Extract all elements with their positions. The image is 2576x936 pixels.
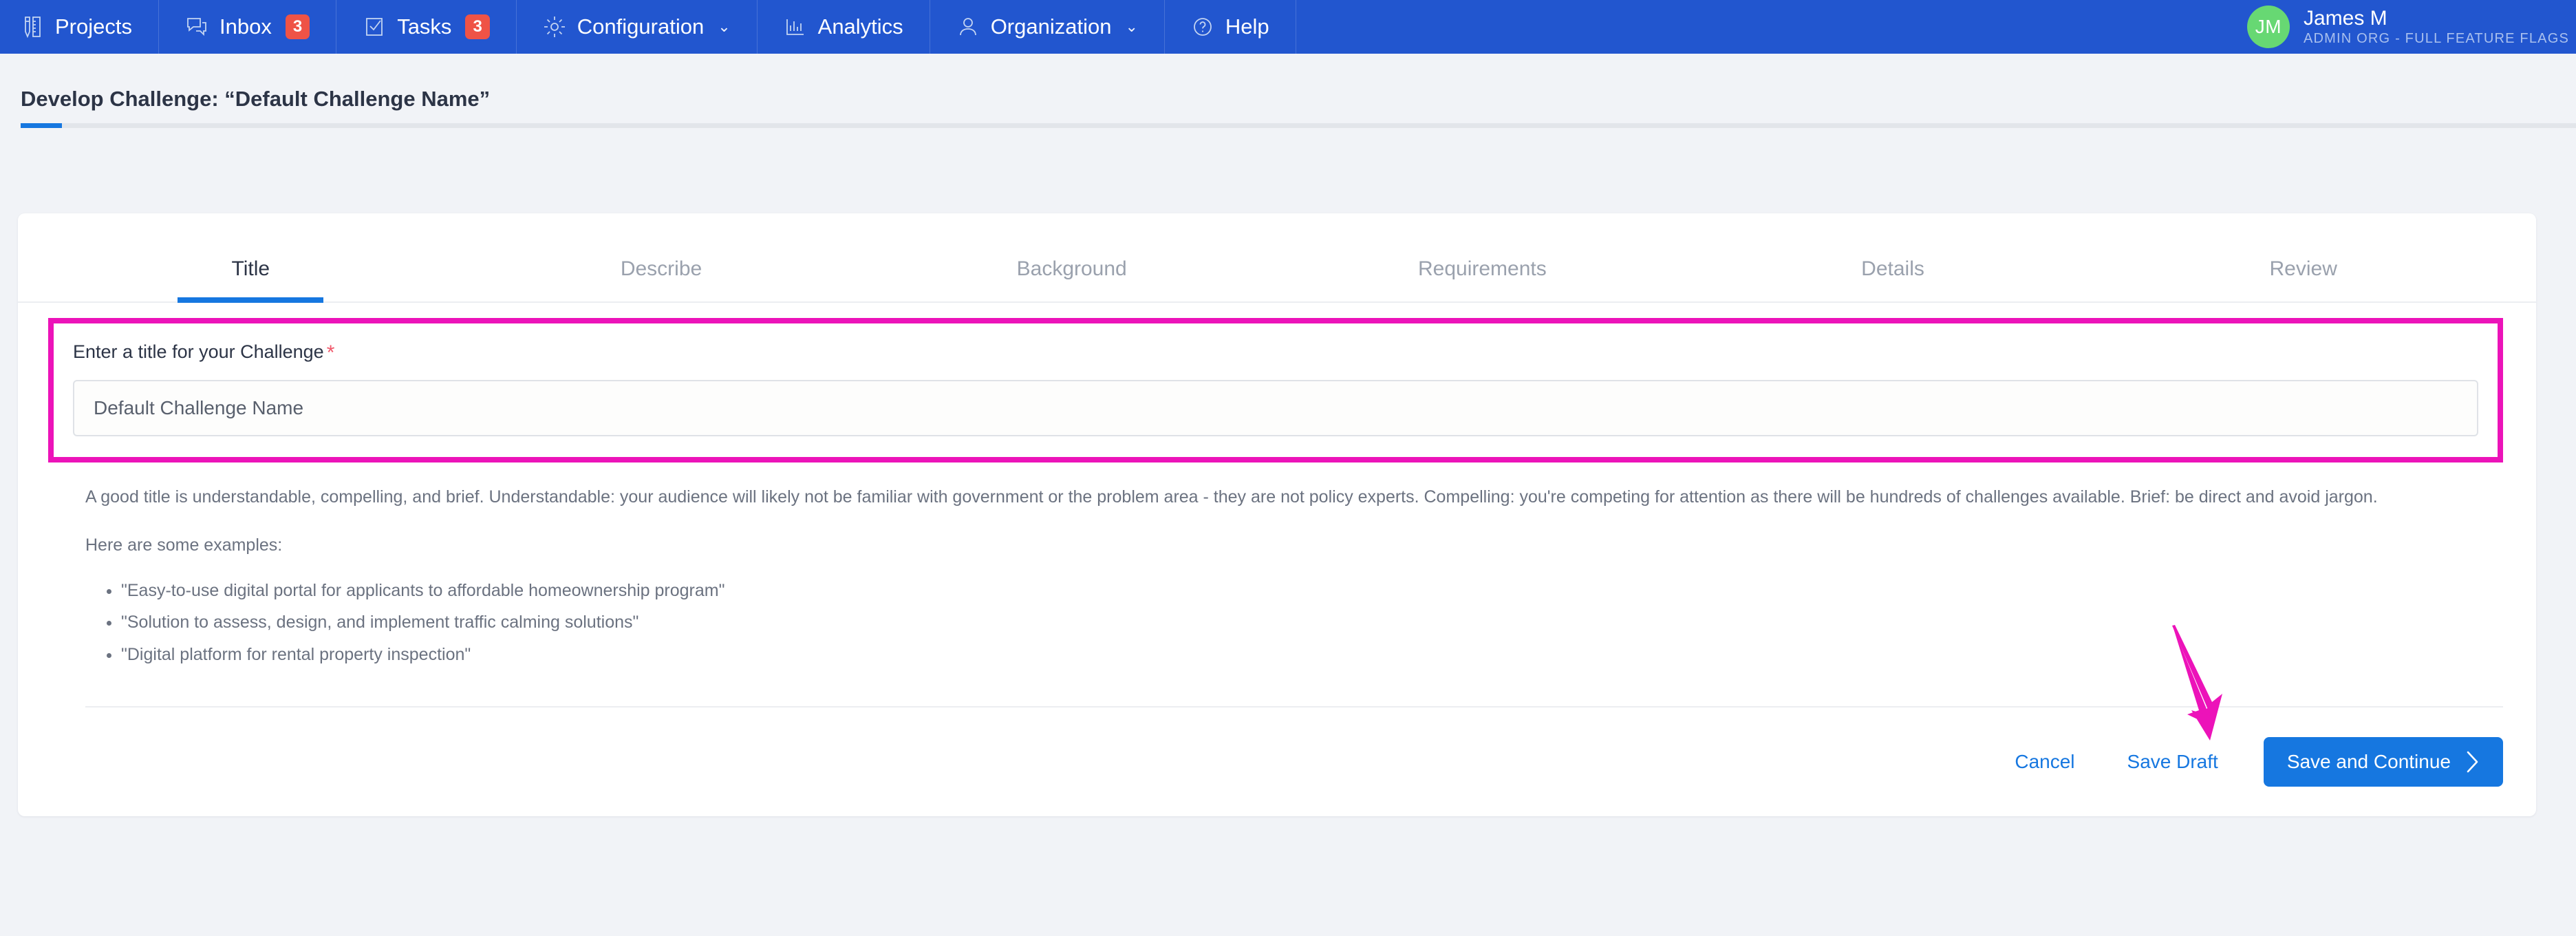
user-icon <box>956 15 980 39</box>
profile-org: ADMIN ORG - FULL FEATURE FLAGS <box>2303 30 2569 46</box>
checklist-icon <box>363 15 386 39</box>
bar-chart-icon <box>784 15 807 39</box>
nav-item-configuration[interactable]: Configuration ⌄ <box>517 0 758 54</box>
cancel-button[interactable]: Cancel <box>1988 751 2101 773</box>
chevron-down-icon: ⌄ <box>718 18 731 35</box>
top-navigation-bar: Projects Inbox 3 Tasks 3 Configuration ⌄… <box>0 0 2576 54</box>
nav-item-tasks[interactable]: Tasks 3 <box>336 0 517 54</box>
nav-item-label: Organization <box>990 14 1112 39</box>
gear-icon <box>543 15 566 39</box>
nav-item-label: Configuration <box>577 14 705 39</box>
examples-list: "Easy-to-use digital portal for applican… <box>121 575 2536 670</box>
nav-item-inbox[interactable]: Inbox 3 <box>159 0 337 54</box>
nav-item-label: Projects <box>55 14 132 39</box>
card-footer: Cancel Save Draft Save and Continue <box>85 705 2503 816</box>
tab-title[interactable]: Title <box>45 257 456 301</box>
nav-item-label: Inbox <box>219 14 272 39</box>
profile-name: James M <box>2303 7 2387 30</box>
challenge-form-card: Title Describe Background Requirements D… <box>18 213 2536 816</box>
progress-track <box>21 123 2576 128</box>
title-field-label: Enter a title for your Challenge * <box>73 341 2478 365</box>
title-guidance-text: A good title is understandable, compelli… <box>85 487 2378 507</box>
progress-fill <box>21 123 62 128</box>
tasks-badge: 3 <box>465 14 490 39</box>
nav-item-organization[interactable]: Organization ⌄ <box>930 0 1165 54</box>
list-item: "Solution to assess, design, and impleme… <box>121 606 2536 638</box>
tab-details[interactable]: Details <box>1688 257 2099 301</box>
page-header: Develop Challenge: “Default Challenge Na… <box>0 54 2576 143</box>
nav-item-analytics[interactable]: Analytics <box>758 0 930 54</box>
title-field-highlight: Enter a title for your Challenge * <box>48 318 2503 462</box>
save-and-continue-button[interactable]: Save and Continue <box>2263 736 2503 787</box>
examples-intro-text: Here are some examples: <box>85 535 283 555</box>
chevron-right-icon <box>2466 750 2480 774</box>
tab-review[interactable]: Review <box>2098 257 2509 301</box>
required-asterisk-icon: * <box>326 341 335 364</box>
chevron-down-icon: ⌄ <box>1125 18 1138 35</box>
challenge-title-input[interactable] <box>73 380 2478 436</box>
question-circle-icon <box>1191 15 1214 39</box>
nav-item-label: Analytics <box>817 14 903 39</box>
tab-background[interactable]: Background <box>866 257 1277 301</box>
wizard-tabs: Title Describe Background Requirements D… <box>18 213 2536 303</box>
nav-item-label: Help <box>1225 14 1269 39</box>
page-title: Develop Challenge: “Default Challenge Na… <box>21 87 491 111</box>
inbox-badge: 3 <box>285 14 310 39</box>
tab-requirements[interactable]: Requirements <box>1277 257 1688 301</box>
profile-menu[interactable]: JM James M ADMIN ORG - FULL FEATURE FLAG… <box>2231 0 2569 54</box>
nav-item-help[interactable]: Help <box>1165 0 1296 54</box>
ruler-pencil-icon <box>21 15 44 39</box>
chat-bubble-icon <box>185 15 208 39</box>
save-and-continue-label: Save and Continue <box>2286 750 2451 772</box>
list-item: "Digital platform for rental property in… <box>121 639 2536 670</box>
nav-item-label: Tasks <box>397 14 452 39</box>
save-draft-button[interactable]: Save Draft <box>2101 751 2244 773</box>
title-field-label-text: Enter a title for your Challenge <box>73 341 324 362</box>
list-item: "Easy-to-use digital portal for applican… <box>121 575 2536 606</box>
avatar: JM <box>2246 6 2290 48</box>
nav-item-projects[interactable]: Projects <box>0 0 159 54</box>
tab-describe[interactable]: Describe <box>456 257 867 301</box>
profile-text: James M ADMIN ORG - FULL FEATURE FLAGS <box>2304 8 2569 46</box>
